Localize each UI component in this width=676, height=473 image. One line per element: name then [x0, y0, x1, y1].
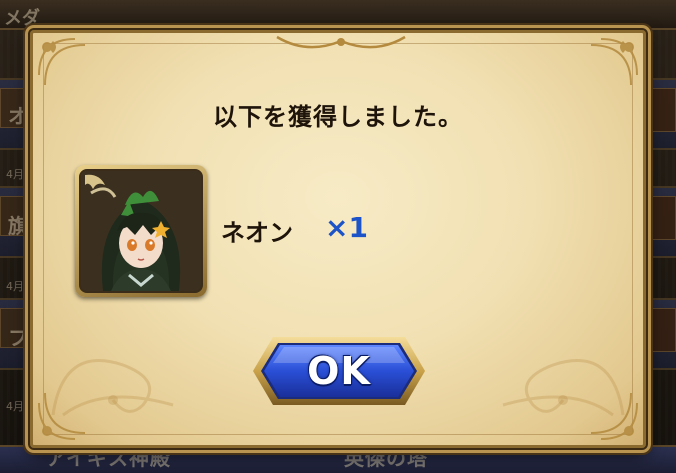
- background-row-date: 4月: [6, 168, 24, 181]
- background-top-text: メダ: [4, 8, 40, 29]
- flourish-ornament-icon: [493, 305, 633, 425]
- background-row-glyph: オ: [8, 104, 28, 128]
- background-row-date: 4月: [6, 400, 24, 413]
- background-bottom-bar: アイギス神殿 英傑の塔: [0, 445, 676, 473]
- background-row-glyph: フ: [8, 326, 28, 350]
- background-row-date: 4月: [6, 280, 24, 293]
- character-portrait-icon: [75, 165, 207, 297]
- reward-item: ネオン ×1: [75, 161, 555, 297]
- corner-ornament-icon: [585, 35, 641, 91]
- reward-dialog: 以下を獲得しました。 ネオン ×1 OK: [30, 30, 646, 448]
- dialog-title: 以下を獲得しました。: [213, 103, 463, 131]
- corner-ornament-icon: [35, 35, 91, 91]
- background-top-bar: メダ: [0, 0, 676, 30]
- ok-button[interactable]: OK: [251, 335, 427, 407]
- reward-quantity: ×1: [325, 211, 368, 244]
- flourish-ornament-icon: [43, 305, 183, 425]
- ok-button-label: OK: [307, 349, 371, 393]
- top-ornament-icon: [273, 33, 409, 55]
- reward-name: ネオン: [221, 219, 293, 247]
- background-row-glyph: 旗: [8, 214, 28, 238]
